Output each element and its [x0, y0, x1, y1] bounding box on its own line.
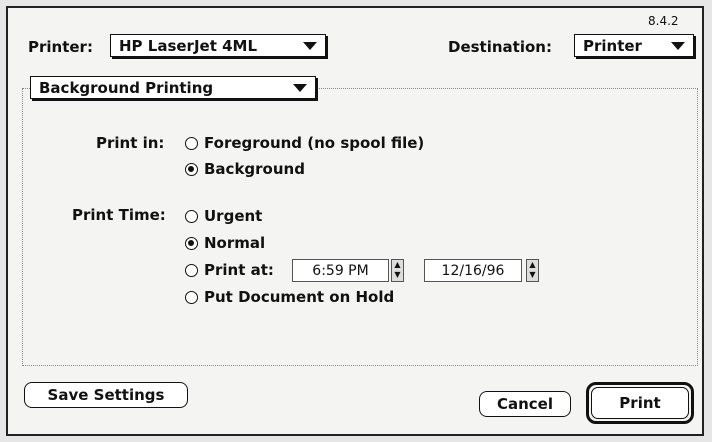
print-label: Print — [619, 394, 661, 412]
destination-select[interactable]: Printer — [574, 34, 694, 57]
print-button[interactable]: Print — [586, 382, 694, 424]
time-field[interactable]: 6:59 PM — [292, 259, 389, 282]
radio-selected-icon — [185, 162, 198, 176]
radio-print-at[interactable]: Print at: — [185, 261, 274, 279]
options-group — [22, 88, 698, 366]
radio-background-label: Background — [204, 160, 305, 178]
radio-icon — [185, 136, 198, 150]
radio-foreground-label: Foreground (no spool file) — [204, 134, 425, 152]
destination-select-value: Printer — [583, 36, 642, 55]
radio-hold[interactable]: Put Document on Hold — [185, 288, 394, 306]
down-arrow-icon: ▼ — [394, 270, 401, 279]
radio-icon — [185, 209, 198, 223]
print-dialog: 8.4.2 Printer: HP LaserJet 4ML Destinati… — [6, 6, 704, 436]
up-arrow-icon: ▲ — [529, 260, 536, 269]
save-settings-button[interactable]: Save Settings — [24, 382, 188, 408]
cancel-button[interactable]: Cancel — [479, 391, 571, 417]
radio-selected-icon — [185, 236, 198, 250]
date-field[interactable]: 12/16/96 — [424, 259, 522, 282]
radio-normal[interactable]: Normal — [185, 234, 265, 252]
radio-background[interactable]: Background — [185, 160, 305, 178]
chevron-down-icon — [293, 83, 307, 92]
panel-select-value: Background Printing — [39, 78, 214, 97]
cancel-label: Cancel — [496, 395, 553, 413]
radio-urgent[interactable]: Urgent — [185, 207, 262, 225]
radio-icon — [185, 263, 198, 277]
radio-urgent-label: Urgent — [204, 207, 263, 225]
radio-hold-label: Put Document on Hold — [204, 288, 395, 306]
up-arrow-icon: ▲ — [394, 260, 401, 269]
print-button-face: Print — [591, 387, 689, 419]
save-settings-label: Save Settings — [47, 386, 165, 404]
radio-normal-label: Normal — [204, 234, 266, 252]
radio-print-at-label: Print at: — [204, 261, 274, 279]
printer-label: Printer: — [28, 38, 93, 56]
time-stepper[interactable]: ▲ ▼ — [391, 259, 404, 282]
chevron-down-icon — [671, 41, 685, 50]
panel-select[interactable]: Background Printing — [30, 76, 316, 99]
version-label: 8.4.2 — [648, 14, 679, 28]
printer-select[interactable]: HP LaserJet 4ML — [110, 34, 326, 57]
printer-select-value: HP LaserJet 4ML — [119, 36, 258, 55]
print-in-label: Print in: — [96, 134, 165, 152]
chevron-down-icon — [303, 41, 317, 50]
down-arrow-icon: ▼ — [529, 270, 536, 279]
destination-label: Destination: — [448, 38, 552, 56]
radio-icon — [185, 290, 198, 304]
date-stepper[interactable]: ▲ ▼ — [526, 259, 539, 282]
radio-foreground[interactable]: Foreground (no spool file) — [185, 134, 424, 152]
print-time-label: Print Time: — [72, 206, 166, 224]
